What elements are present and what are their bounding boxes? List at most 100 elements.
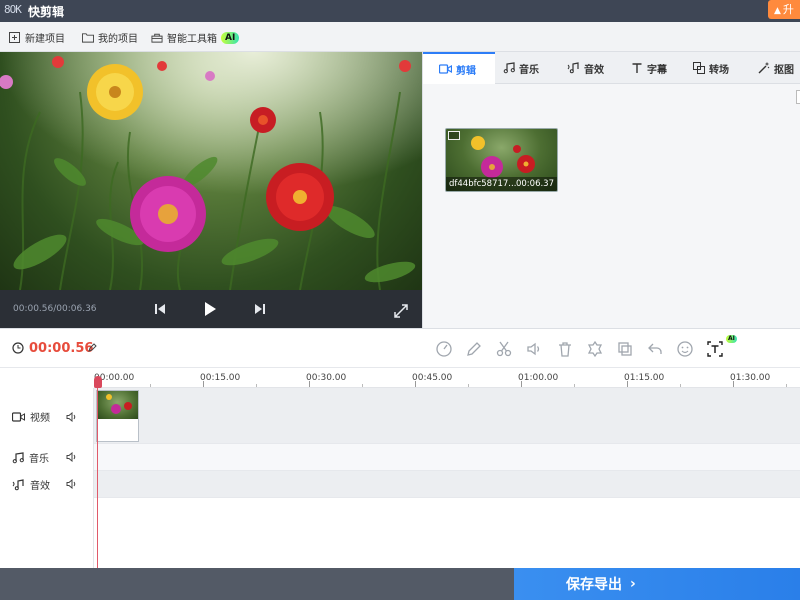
ruler-tick [150, 384, 151, 387]
music-track[interactable] [0, 444, 800, 471]
tab-subtitles[interactable]: 字幕 [631, 52, 667, 84]
track-header-sound-effects: 音效 [12, 477, 50, 492]
fullscreen-icon[interactable] [392, 302, 410, 320]
edit-toolbar: 00:00.56 AI [0, 328, 800, 368]
ruler-tick [468, 384, 469, 387]
playhead-line [97, 376, 98, 568]
crop-icon[interactable] [586, 340, 604, 358]
tab-transitions[interactable]: 转场 [693, 52, 729, 84]
ruler-label: 00:30.00 [306, 373, 347, 383]
save-export-button[interactable]: 保存导出 › [514, 568, 800, 600]
plus-box-icon [9, 32, 20, 43]
title-bar: 8OK 快剪辑 ▲ 升 [0, 0, 800, 22]
ruler-label: 00:15.00 [200, 373, 241, 383]
ai-text-icon[interactable] [706, 340, 724, 358]
emoji-icon[interactable] [676, 340, 694, 358]
music-note-icon [503, 62, 515, 74]
media-panel: 剪辑 音乐 音效 字幕 转场 抠图 df44bfc58717... 00:06.… [422, 52, 800, 328]
video-camera-icon [12, 411, 25, 422]
track-header-video: 视频 [12, 409, 50, 424]
ai-badge: AI [221, 31, 240, 44]
video-camera-icon [439, 64, 452, 74]
track-label-video: 视频 [30, 413, 50, 424]
sound-effects-track[interactable] [0, 471, 800, 498]
smart-toolbox-label: 智能工具箱 [167, 34, 217, 45]
flower-garden-image [0, 52, 422, 290]
ruler-label: 01:15.00 [624, 373, 665, 383]
music-note-icon [12, 451, 24, 463]
smart-toolbox-button[interactable]: 智能工具箱 AI [151, 30, 240, 45]
volume-icon[interactable] [66, 412, 77, 422]
tab-music-label: 音乐 [519, 64, 539, 76]
ruler-label: 01:00.00 [518, 373, 559, 383]
time-ruler[interactable]: 00:00.00 00:15.00 00:30.00 00:45.00 01:0… [94, 368, 800, 388]
ruler-tick [203, 381, 204, 387]
timeline-video-clip[interactable] [96, 390, 139, 442]
main-toolbar: 新建项目 我的项目 智能工具箱 AI [0, 22, 800, 52]
volume-icon[interactable] [66, 479, 77, 489]
tab-edit[interactable]: 剪辑 [423, 52, 495, 84]
tab-transitions-label: 转场 [709, 64, 729, 76]
volume-icon[interactable] [66, 452, 77, 462]
ruler-tick [733, 381, 734, 387]
upgrade-label: 升 [782, 3, 794, 16]
trash-icon[interactable] [556, 340, 574, 358]
app-title: 快剪辑 [28, 5, 65, 19]
panel-tabs: 剪辑 音乐 音效 字幕 转场 抠图 [423, 52, 800, 84]
playback-time: 00:00.56/00:06.36 [13, 304, 97, 314]
media-clip-card[interactable]: df44bfc58717... 00:06.37 [445, 128, 558, 192]
ruler-tick [309, 381, 310, 387]
ruler-tick [786, 384, 787, 387]
tab-sound-effects[interactable]: 音效 [567, 52, 604, 84]
track-label-sound-effects: 音效 [30, 481, 50, 492]
panel-collapse-handle[interactable] [796, 90, 800, 104]
footer-bar: 保存导出 › [0, 568, 800, 600]
tab-subtitles-label: 字幕 [647, 64, 667, 76]
volume-icon[interactable] [525, 340, 543, 358]
arrow-up-icon: ▲ [774, 6, 781, 16]
ai-badge: AI [726, 335, 737, 343]
tab-cutout-label: 抠图 [774, 64, 794, 76]
track-label-music: 音乐 [29, 454, 49, 465]
current-time: 00:00.56 [29, 341, 94, 356]
copy-icon[interactable] [616, 340, 634, 358]
sound-effect-icon [12, 478, 24, 490]
upgrade-button[interactable]: ▲ 升 [768, 0, 800, 19]
playhead-handle[interactable] [94, 376, 102, 388]
next-frame-icon[interactable] [251, 300, 269, 318]
pencil-icon[interactable] [88, 343, 97, 352]
player-controls: 00:00.56/00:06.36 [0, 290, 422, 328]
new-project-button[interactable]: 新建项目 [9, 30, 65, 45]
save-export-label: 保存导出 [566, 577, 622, 593]
play-icon[interactable] [201, 300, 219, 318]
video-preview: 00:00.56/00:06.36 [0, 52, 422, 328]
scissors-icon[interactable] [495, 340, 513, 358]
track-headers: 视频 音乐 音效 [0, 388, 94, 568]
previous-frame-icon[interactable] [151, 300, 169, 318]
ruler-tick [415, 381, 416, 387]
ruler-tick [574, 384, 575, 387]
undo-icon[interactable] [646, 340, 664, 358]
magic-wand-icon [758, 62, 770, 74]
transition-icon [693, 62, 705, 74]
tab-edit-label: 剪辑 [456, 65, 476, 77]
my-projects-button[interactable]: 我的项目 [82, 30, 138, 45]
text-icon [632, 63, 642, 73]
ruler-tick [521, 381, 522, 387]
new-project-label: 新建项目 [25, 34, 65, 45]
video-frame[interactable] [0, 52, 422, 290]
chevron-right-icon: › [630, 576, 636, 592]
folder-icon [82, 33, 94, 43]
ruler-tick [680, 384, 681, 387]
clip-duration: 00:06.37 [515, 179, 554, 189]
clip-thumbnail-image [97, 391, 138, 419]
timeline: 00:00.00 00:15.00 00:30.00 00:45.00 01:0… [0, 368, 800, 568]
clock-icon [12, 342, 24, 354]
ruler-tick [627, 381, 628, 387]
tab-music[interactable]: 音乐 [503, 52, 539, 84]
sound-effect-icon [567, 62, 579, 74]
tab-cutout[interactable]: 抠图 [758, 52, 794, 84]
ruler-label: 01:30.00 [730, 373, 771, 383]
speed-icon[interactable] [435, 340, 453, 358]
pencil-icon[interactable] [465, 340, 483, 358]
